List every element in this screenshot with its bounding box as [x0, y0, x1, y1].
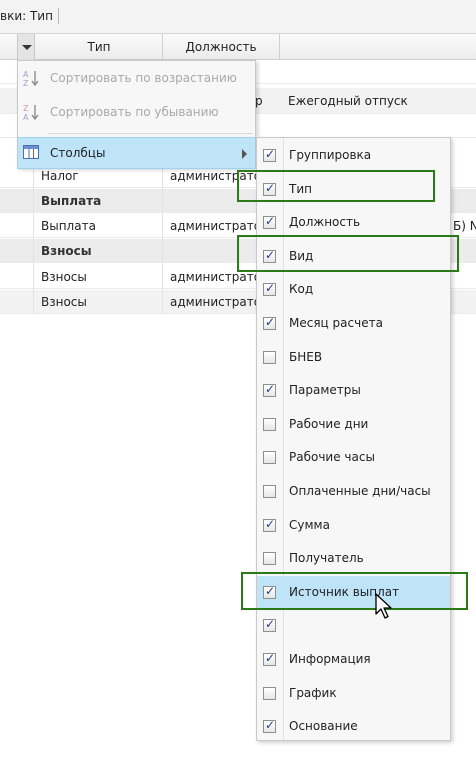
table-cell: р [255, 94, 263, 108]
column-option-label: Получатель [289, 551, 364, 565]
column-menu-trigger[interactable] [17, 34, 35, 60]
sort-ascending-item[interactable]: A Z Сортировать по возрастанию [18, 63, 255, 93]
table-cell: Ежегодный отпуск [288, 94, 408, 108]
annotation-frame-kind [237, 235, 459, 272]
column-option-label: Основание [289, 719, 358, 733]
column-option-label: Рабочие часы [289, 450, 375, 464]
column-option[interactable]: Рабочие дни [257, 408, 450, 440]
column-option[interactable]: Группировка [257, 139, 450, 171]
column-option[interactable]: Рабочие часы [257, 441, 450, 473]
grouping-bar: вки: Тип [0, 0, 476, 34]
checkbox-checked-icon[interactable] [263, 147, 276, 162]
checkbox-unchecked-icon[interactable] [263, 687, 276, 700]
column-header-type[interactable]: Тип [36, 34, 163, 60]
column-header-position[interactable]: Должность [163, 34, 280, 60]
column-option-label: График [289, 686, 337, 700]
table-cell: администрато [170, 219, 262, 233]
grid-header: Тип Должность [0, 34, 476, 60]
column-option[interactable]: Оплаченные дни/часы [257, 475, 450, 507]
column-option[interactable]: Получатель [257, 542, 450, 574]
annotation-frame-type [237, 170, 435, 202]
svg-text:Z: Z [23, 104, 29, 113]
column-option[interactable]: Информация [257, 643, 450, 675]
column-option[interactable]: Код [257, 273, 450, 305]
svg-text:Z: Z [23, 79, 29, 87]
group-title: Взносы [41, 244, 92, 258]
column-option[interactable]: БНЕВ [257, 341, 450, 373]
column-option-label: Должность [289, 215, 361, 229]
column-option[interactable]: Основание [257, 710, 450, 742]
checkbox-checked-icon[interactable] [263, 214, 276, 229]
sort-ascending-label: Сортировать по возрастанию [50, 71, 237, 85]
column-menu: A Z Сортировать по возрастанию Z A Сорти… [17, 60, 256, 169]
column-option-label: Сумма [289, 518, 330, 532]
table-cell: администрато [170, 295, 262, 309]
group-title: Выплата [41, 194, 102, 208]
table-cell: Б) N [453, 219, 476, 233]
sort-descending-label: Сортировать по убыванию [50, 105, 219, 119]
column-option[interactable]: График [257, 677, 450, 709]
checkbox-unchecked-icon[interactable] [263, 451, 276, 464]
grouping-label[interactable]: вки: Тип [0, 9, 53, 23]
column-option-label: Код [289, 282, 314, 296]
checkbox-checked-icon[interactable] [263, 281, 276, 296]
column-option-label: Рабочие дни [289, 417, 369, 431]
table-cell: Взносы [41, 295, 87, 309]
checkbox-checked-icon[interactable] [263, 617, 276, 632]
column-option-label: Параметры [289, 383, 361, 397]
column-option-label: БНЕВ [289, 350, 323, 364]
columns-icon [23, 144, 39, 162]
table-cell: администрато [170, 270, 262, 284]
mouse-cursor-icon [374, 592, 394, 622]
chevron-right-icon [242, 149, 247, 159]
sort-za-icon: Z A [23, 103, 39, 122]
column-option-label: Группировка [289, 148, 372, 162]
menu-separator [48, 133, 253, 134]
checkbox-checked-icon[interactable] [263, 382, 276, 397]
svg-text:A: A [23, 70, 29, 79]
sort-az-icon: A Z [23, 69, 39, 88]
table-cell: Выплата [41, 219, 96, 233]
column-option[interactable] [257, 609, 450, 641]
column-option-label: Информация [289, 652, 371, 666]
checkbox-unchecked-icon[interactable] [263, 552, 276, 565]
checkbox-unchecked-icon[interactable] [263, 418, 276, 431]
columns-label: Столбцы [50, 146, 106, 160]
table-cell: Взносы [41, 270, 87, 284]
column-option[interactable]: Параметры [257, 374, 450, 406]
checkbox-checked-icon[interactable] [263, 517, 276, 532]
column-option[interactable]: Должность [257, 206, 450, 238]
grouping-separator [58, 8, 59, 24]
columns-item[interactable]: Столбцы [17, 137, 256, 169]
table-cell: Налог [41, 169, 79, 183]
column-option-label: Месяц расчета [289, 316, 383, 330]
svg-text:A: A [23, 113, 29, 121]
checkbox-unchecked-icon[interactable] [263, 351, 276, 364]
checkbox-checked-icon[interactable] [263, 718, 276, 733]
column-option-label: Оплаченные дни/часы [289, 484, 431, 498]
column-option[interactable]: Месяц расчета [257, 307, 450, 339]
sort-descending-item[interactable]: Z A Сортировать по убыванию [18, 97, 255, 127]
checkbox-checked-icon[interactable] [263, 315, 276, 330]
annotation-frame-payment-source [241, 572, 468, 610]
checkbox-unchecked-icon[interactable] [263, 485, 276, 498]
column-option[interactable]: Сумма [257, 509, 450, 541]
columns-submenu: ГруппировкаТипДолжностьВидКодМесяц расче… [256, 137, 451, 741]
checkbox-checked-icon[interactable] [263, 651, 276, 666]
